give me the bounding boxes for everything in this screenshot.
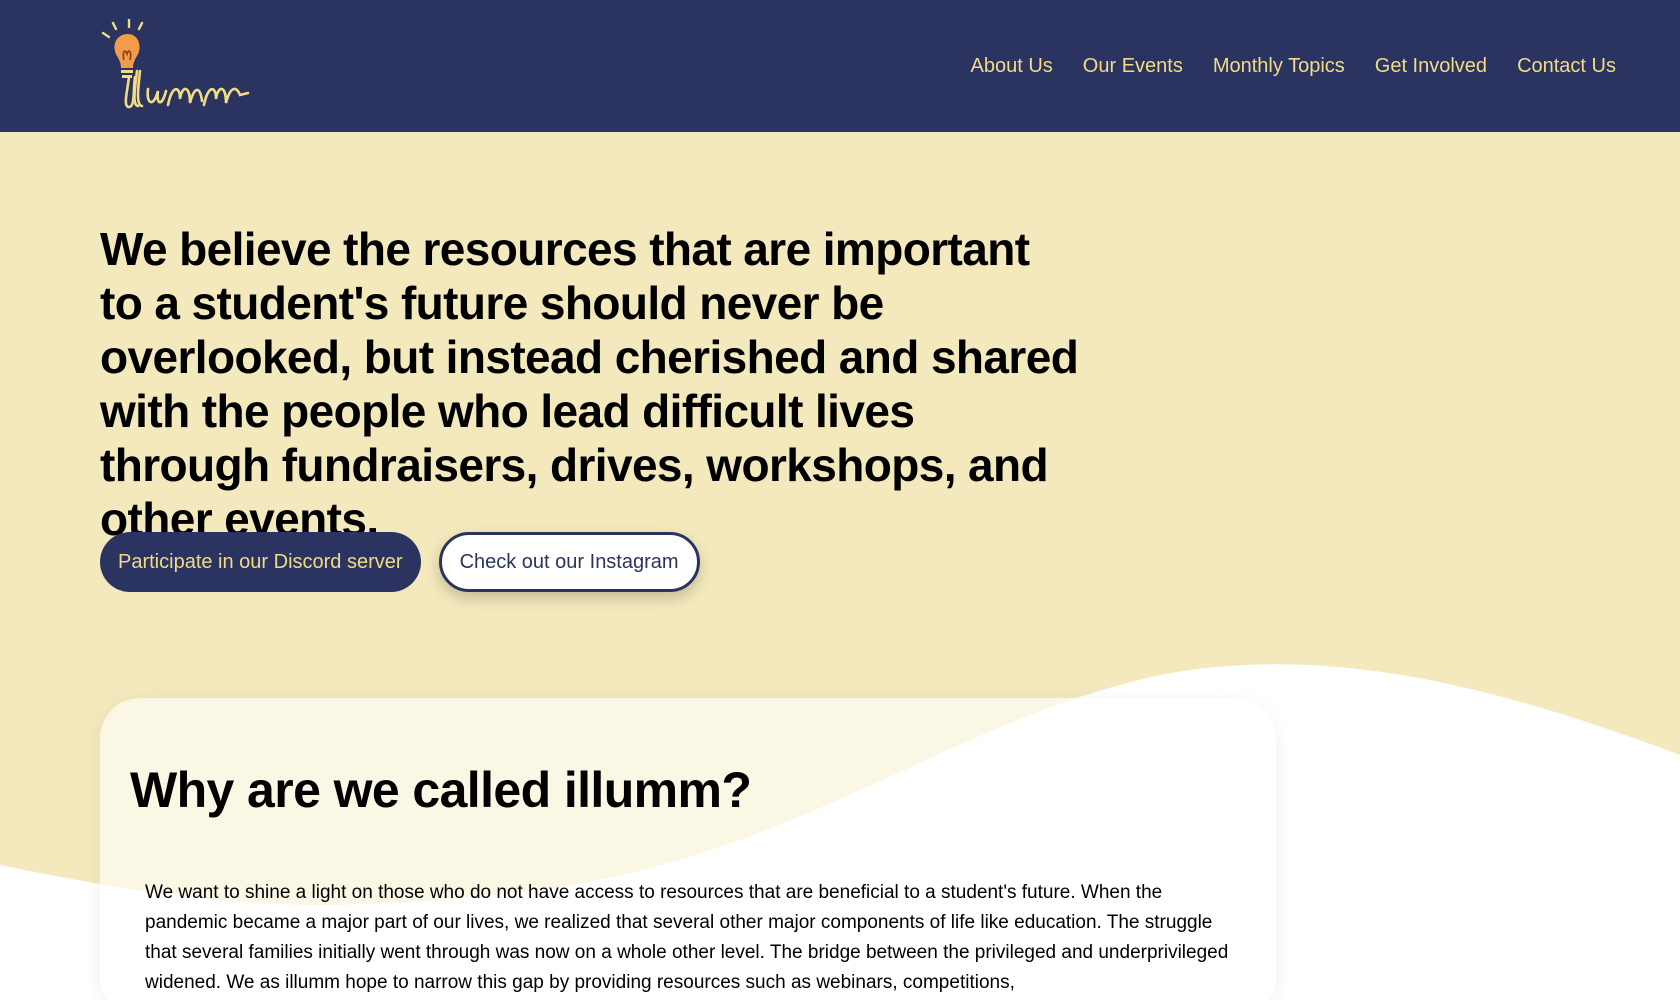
discord-button[interactable]: Participate in our Discord server: [100, 532, 421, 592]
instagram-button[interactable]: Check out our Instagram: [438, 532, 700, 592]
about-body: We want to shine a light on those who do…: [145, 882, 1229, 993]
main-nav: About Us Our Events Monthly Topics Get I…: [971, 55, 1616, 78]
nav-our-events[interactable]: Our Events: [1083, 55, 1183, 78]
nav-get-involved[interactable]: Get Involved: [1375, 55, 1487, 78]
about-heading: Why are we called illumm?: [130, 762, 752, 818]
site-header: About Us Our Events Monthly Topics Get I…: [0, 0, 1680, 132]
hero-heading: We believe the resources that are import…: [100, 223, 1079, 545]
hero-section: We believe the resources that are import…: [100, 222, 1080, 546]
nav-contact-us[interactable]: Contact Us: [1517, 55, 1616, 78]
about-card: Why are we called illumm? We want to shi…: [100, 698, 1276, 1000]
hero-buttons: Participate in our Discord server Check …: [100, 532, 700, 592]
nav-monthly-topics[interactable]: Monthly Topics: [1213, 55, 1345, 78]
nav-about-us[interactable]: About Us: [971, 55, 1053, 78]
illumm-logo[interactable]: [100, 18, 250, 114]
